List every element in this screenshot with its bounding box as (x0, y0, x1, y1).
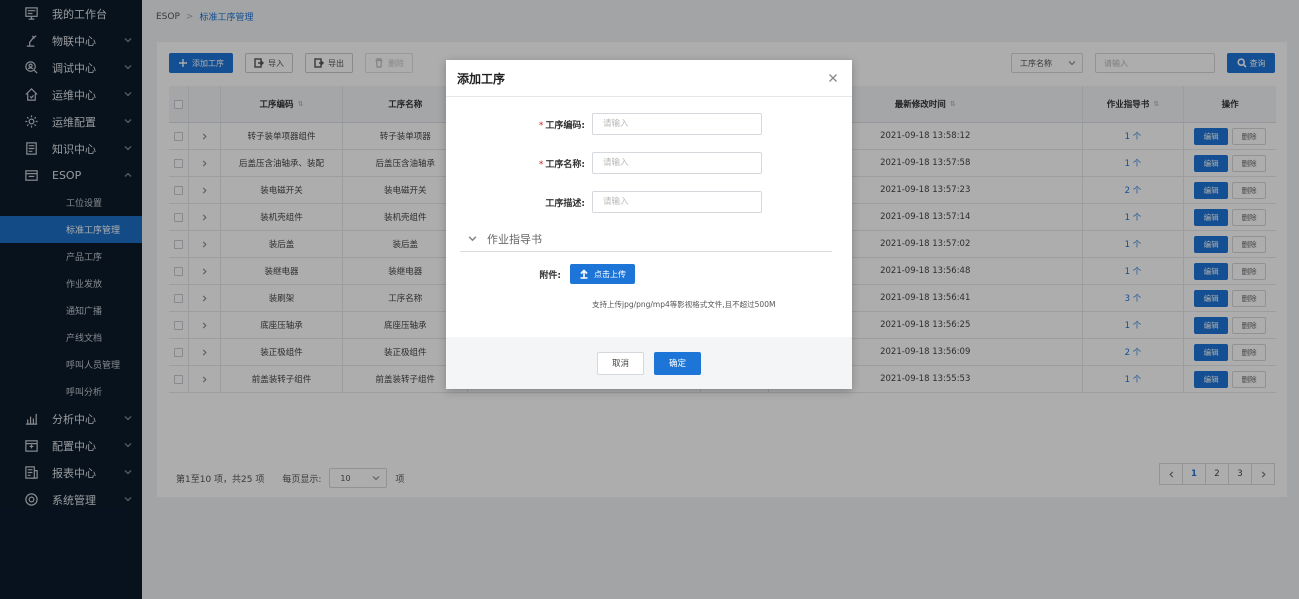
required-mark: * (538, 120, 544, 131)
upload-icon (580, 269, 588, 279)
process-code-input[interactable] (592, 113, 762, 135)
name-label-text: 工序名称: (545, 159, 585, 170)
chevron-down-icon (468, 236, 477, 242)
add-process-dialog: 添加工序 *工序编码: *工序名称: 工序描述: 作业指导书 附件: 点击上传 … (446, 60, 852, 389)
code-label: * 工序编码: (446, 118, 592, 131)
upload-label: 点击上传 (594, 269, 626, 279)
dialog-title: 添加工序 (457, 71, 506, 86)
process-desc-input[interactable] (592, 191, 762, 213)
name-label: * 工序名称: (446, 157, 592, 170)
upload-button[interactable]: 点击上传 (570, 264, 635, 284)
desc-label: 工序描述: (446, 196, 592, 209)
form-row-attachment: 附件: 点击上传 (446, 264, 852, 284)
cancel-button[interactable]: 取消 (597, 351, 644, 375)
dialog-header: 添加工序 (446, 60, 852, 97)
upload-hint: 支持上传jpg/png/mp4等影视格式文件,且不超过500M (592, 300, 776, 309)
guide-section-title: 作业指导书 (487, 232, 542, 246)
process-name-input[interactable] (592, 152, 762, 174)
dialog-footer: 取消 确定 (446, 337, 852, 389)
close-icon[interactable] (828, 73, 838, 83)
required-mark: * (538, 159, 544, 170)
guide-section-toggle[interactable]: 作业指导书 (460, 226, 832, 252)
code-label-text: 工序编码: (545, 120, 585, 131)
form-row-code: * 工序编码: (446, 113, 852, 135)
attachment-label: 附件: (539, 270, 561, 281)
desc-label-text: 工序描述: (545, 198, 585, 209)
form-row-name: * 工序名称: (446, 152, 852, 174)
confirm-button[interactable]: 确定 (654, 351, 701, 375)
form-row-desc: 工序描述: (446, 191, 852, 213)
